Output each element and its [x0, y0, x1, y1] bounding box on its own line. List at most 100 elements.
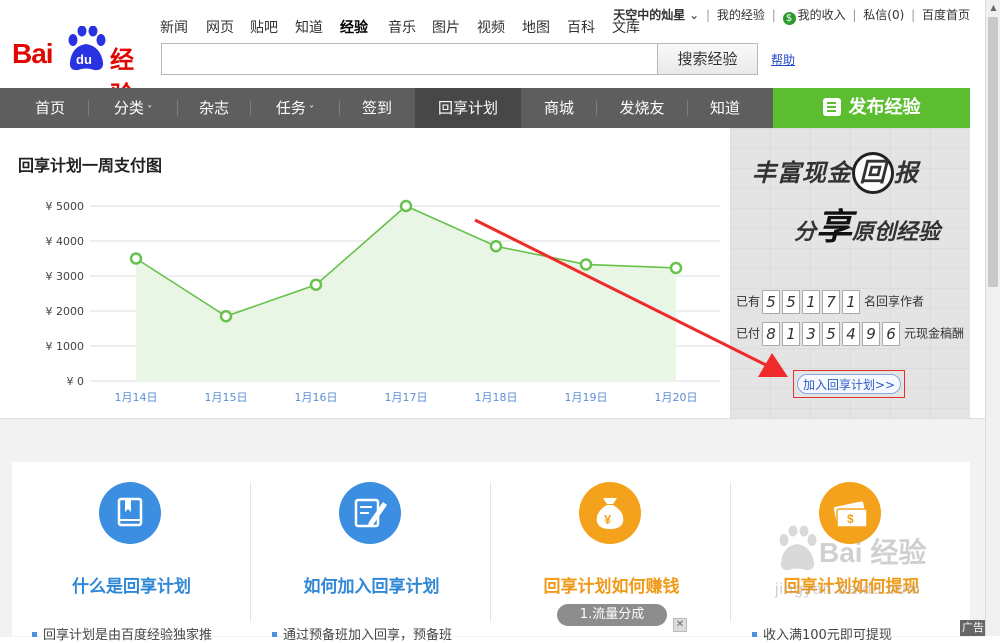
- y-tick-label: ¥ 3000: [46, 270, 85, 283]
- close-icon[interactable]: ✕: [673, 618, 687, 632]
- x-tick-label: 1月15日: [205, 391, 248, 404]
- slogan-text: 原创经验: [852, 219, 941, 245]
- topnav-news[interactable]: 新闻: [160, 17, 188, 37]
- username-link[interactable]: 天空中的灿星: [613, 8, 685, 22]
- topnav-music[interactable]: 音乐: [388, 17, 416, 37]
- nav-mall[interactable]: 商城: [522, 88, 596, 128]
- paid-digit: 6: [882, 322, 901, 346]
- paid-digit: 9: [862, 322, 881, 346]
- nav-category[interactable]: 分类 ˅: [89, 88, 177, 128]
- traffic-share-tooltip: 1.流量分成: [557, 604, 667, 626]
- authors-digit: 7: [822, 290, 841, 314]
- x-tick-label: 1月17日: [385, 391, 428, 404]
- publish-label: 发布经验: [848, 97, 921, 118]
- divider: |: [771, 8, 776, 22]
- paid-digit: 5: [822, 322, 841, 346]
- search-button[interactable]: 搜索经验: [658, 43, 758, 75]
- main-navigation: 首页 分类 ˅ 杂志 任务 ˅ 签到 回享计划 商城 发烧友 知道 发布经验: [0, 88, 970, 128]
- nav-zhidao[interactable]: 知道: [688, 88, 762, 128]
- paid-digit: 3: [802, 322, 821, 346]
- scrollbar-thumb[interactable]: [988, 17, 998, 287]
- svg-text:$: $: [847, 512, 854, 526]
- y-tick-label: ¥ 4000: [46, 235, 85, 248]
- divider: [490, 482, 491, 622]
- topnav-tieba[interactable]: 贴吧: [250, 17, 278, 37]
- join-huixiang-button[interactable]: 加入回享计划>>: [793, 370, 905, 398]
- baidu-jingyan-watermark: Bai 经验 jingyan.baidu.com: [775, 525, 955, 615]
- coin-icon: $: [782, 12, 796, 25]
- paid-digit: 4: [842, 322, 861, 346]
- ad-tag[interactable]: 广告: [960, 620, 986, 636]
- topnav-web[interactable]: 网页: [206, 17, 234, 37]
- card-how-to-join[interactable]: 如何加入回享计划 通过预备班加入回享，预备班: [252, 462, 491, 643]
- y-tick-label: ¥ 2000: [46, 305, 85, 318]
- authors-suffix: 名回享作者: [864, 294, 925, 309]
- watermark-url: jingyan.baidu.com: [775, 581, 921, 598]
- card-title[interactable]: 如何加入回享计划: [252, 572, 491, 597]
- chevron-down-icon[interactable]: ⌄: [685, 8, 699, 22]
- y-tick-label: ¥ 1000: [46, 340, 85, 353]
- paw-logo-icon: du: [68, 26, 106, 71]
- topnav-video[interactable]: 视频: [477, 17, 505, 37]
- my-income-link[interactable]: 我的收入: [798, 8, 846, 22]
- card-bullet: 收入满100元即可提现: [752, 624, 892, 643]
- money-bag-icon: ¥: [579, 482, 641, 544]
- x-tick-label: 1月14日: [115, 391, 158, 404]
- x-tick-label: 1月18日: [475, 391, 518, 404]
- nav-fans[interactable]: 发烧友: [597, 88, 687, 128]
- slogan-xiang-big: 享: [816, 206, 853, 248]
- svg-text:¥: ¥: [604, 512, 612, 527]
- slogan-text: 丰富现金: [752, 158, 852, 187]
- card-title[interactable]: 什么是回享计划: [12, 572, 251, 597]
- topnav-map[interactable]: 地图: [522, 17, 550, 37]
- paid-suffix: 元现金稿酬: [904, 326, 965, 341]
- nav-category-label: 分类: [113, 99, 144, 117]
- x-tick-label: 1月19日: [565, 391, 608, 404]
- topnav-baike[interactable]: 百科: [567, 17, 595, 37]
- search-input[interactable]: [161, 43, 658, 75]
- y-tick-label: ¥ 0: [67, 375, 85, 388]
- x-tick-label: 1月20日: [655, 391, 698, 404]
- messages-link[interactable]: 私信(0): [863, 8, 904, 22]
- logo-du-text: du: [76, 52, 92, 67]
- slogan-text: 报: [894, 158, 919, 187]
- baidu-jingyan-logo[interactable]: Bai du 经验: [12, 26, 152, 109]
- user-bar: 天空中的灿星 ⌄ | 我的经验 | $ 我的收入 | 私信(0) | 百度首页: [613, 6, 970, 25]
- chevron-down-icon: ˅: [143, 105, 153, 116]
- authors-digit: 1: [802, 290, 821, 314]
- slogan-line-2: 分享原创经验: [794, 198, 940, 250]
- divider: |: [705, 8, 711, 22]
- divider: [250, 482, 251, 622]
- baidu-home-link[interactable]: 百度首页: [922, 8, 970, 22]
- topnav-images[interactable]: 图片: [432, 17, 460, 37]
- slogan-line-1: 丰富现金回报: [752, 152, 919, 194]
- red-arrow-annotation: [474, 218, 788, 377]
- nav-home[interactable]: 首页: [12, 88, 88, 128]
- nav-tasks-label: 任务: [275, 99, 306, 117]
- nav-tasks[interactable]: 任务 ˅: [251, 88, 339, 128]
- card-bullet: 回享计划是由百度经验独家推: [32, 624, 212, 643]
- card-title[interactable]: 回享计划如何赚钱: [492, 572, 731, 597]
- nav-checkin[interactable]: 签到: [340, 88, 414, 128]
- join-button-label: 加入回享计划>>: [797, 374, 901, 394]
- vertical-scrollbar[interactable]: ▲: [985, 0, 1000, 636]
- my-jingyan-link[interactable]: 我的经验: [717, 8, 765, 22]
- paw-watermark-icon: [779, 525, 817, 571]
- scroll-up-icon[interactable]: ▲: [986, 0, 1000, 15]
- data-point: [399, 199, 413, 213]
- data-point: [219, 310, 233, 323]
- help-link[interactable]: 帮助: [771, 51, 795, 68]
- nav-huixiang-plan[interactable]: 回享计划: [415, 88, 521, 128]
- data-point: [129, 252, 143, 265]
- divider: |: [852, 8, 857, 22]
- publish-button[interactable]: 发布经验: [773, 88, 970, 128]
- watermark-text: Bai 经验: [819, 537, 927, 568]
- y-tick-label: ¥ 5000: [46, 200, 85, 213]
- topnav-jingyan[interactable]: 经验: [340, 17, 368, 37]
- card-what-is[interactable]: 什么是回享计划 回享计划是由百度经验独家推: [12, 462, 251, 643]
- logo-bai-text: Bai: [12, 38, 54, 69]
- topnav-zhidao[interactable]: 知道: [295, 17, 323, 37]
- authors-digit: 1: [842, 290, 861, 314]
- nav-magazine[interactable]: 杂志: [178, 88, 250, 128]
- divider: [730, 482, 731, 622]
